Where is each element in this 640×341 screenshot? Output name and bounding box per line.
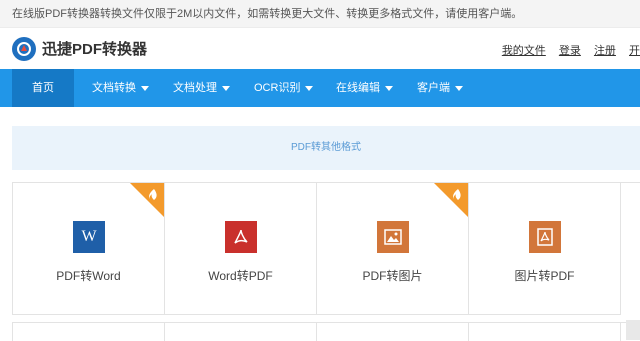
card-placeholder[interactable] [13,323,165,341]
nav-client[interactable]: 客户端 [417,69,463,107]
my-files-link[interactable]: 我的文件 [502,45,546,57]
scrollbar[interactable] [626,320,640,340]
nav-home[interactable]: 首页 [12,69,74,107]
category-banner: PDF转其他格式 [12,126,640,170]
card-label: Word转PDF [208,269,273,283]
tool-cards-row2 [12,322,640,341]
chevron-down-icon [222,85,230,91]
card-pdf-to-word[interactable]: W PDF转Word [13,183,165,315]
nav-doc-process-label: 文档处理 [173,82,217,94]
nav-doc-process[interactable]: 文档处理 [173,69,230,107]
chevron-down-icon [305,85,314,91]
word-icon: W [73,221,105,253]
nav-client-label: 客户端 [417,82,450,94]
open-link[interactable]: 开 [629,45,640,57]
chevron-down-icon [455,85,463,91]
card-pdf-to-image[interactable]: PDF转图片 [317,183,469,315]
notice-bar: 在线版PDF转换器转换文件仅限于2M以内文件，如需转换更大文件、转换更多格式文件… [0,0,640,28]
card-image-to-pdf[interactable]: 图片转PDF [469,183,621,315]
header: 迅捷PDF转换器 我的文件 登录 注册 开 [0,29,640,69]
card-placeholder[interactable] [469,323,621,341]
nav-online-edit[interactable]: 在线编辑 [336,69,393,107]
nav-ocr[interactable]: OCR识别 [254,69,314,107]
logo-text[interactable]: 迅捷PDF转换器 [42,38,147,59]
nav-doc-convert-label: 文档转换 [92,82,136,94]
pdf-icon [529,221,561,253]
nav-home-label: 首页 [32,82,54,94]
login-link[interactable]: 登录 [559,45,581,57]
card-placeholder[interactable] [165,323,317,341]
nav-doc-convert[interactable]: 文档转换 [92,69,149,107]
chevron-down-icon [385,85,393,91]
chevron-down-icon [141,85,149,91]
card-placeholder[interactable] [317,323,469,341]
image-icon [377,221,409,253]
main-nav: 首页 文档转换 文档处理 OCR识别 在线编辑 客户端 [0,69,640,107]
tool-cards: W PDF转Word Word转PDF PDF转图片 图片转PDF [12,182,640,315]
card-word-to-pdf[interactable]: Word转PDF [165,183,317,315]
logo-icon[interactable] [12,37,36,61]
hot-badge [434,183,468,217]
register-link[interactable]: 注册 [594,45,616,57]
top-links: 我的文件 登录 注册 开 [492,42,640,58]
hot-badge [130,183,164,217]
pdf-icon [225,221,257,253]
nav-online-edit-label: 在线编辑 [336,82,380,94]
card-label: PDF转图片 [362,269,423,283]
nav-ocr-label: OCR识别 [254,82,301,94]
card-label: 图片转PDF [514,269,575,283]
card-label: PDF转Word [56,269,121,283]
